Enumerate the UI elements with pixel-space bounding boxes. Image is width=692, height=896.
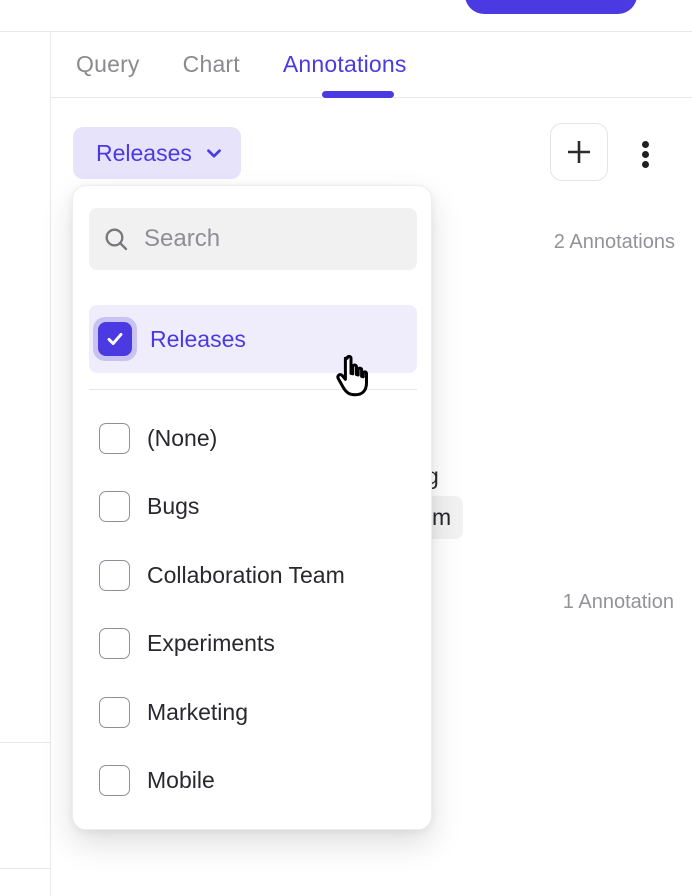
search-icon [103, 226, 130, 253]
annotation-count-top: 2 Annotations [554, 231, 675, 254]
tab-annotations[interactable]: Annotations [283, 51, 407, 78]
tab-bar: Query Chart Annotations [51, 32, 692, 98]
option-label: Collaboration Team [147, 562, 345, 589]
option-bugs[interactable]: Bugs [89, 473, 415, 542]
tab-query[interactable]: Query [76, 51, 140, 78]
option-label: Bugs [147, 493, 199, 520]
option-label: Marketing [147, 699, 248, 726]
search-input[interactable] [144, 225, 403, 253]
option-releases[interactable]: Releases [89, 305, 417, 373]
plus-icon [563, 136, 595, 168]
option-marketing[interactable]: Marketing [89, 678, 415, 747]
unchecked-checkbox[interactable] [99, 423, 130, 454]
unchecked-checkbox[interactable] [99, 628, 130, 659]
unchecked-checkbox[interactable] [99, 560, 130, 591]
left-rail-divider-2 [0, 868, 50, 869]
tab-chart[interactable]: Chart [183, 51, 240, 78]
dropdown-divider [89, 389, 417, 390]
option-label: Mobile [147, 767, 215, 794]
option-releases-label: Releases [150, 326, 246, 353]
option-mobile[interactable]: Mobile [89, 747, 415, 816]
sidebar-divider [50, 32, 51, 896]
annotations-panel: Query Chart Annotations Releases 2 Annot… [0, 0, 692, 896]
unchecked-checkbox[interactable] [99, 697, 130, 728]
releases-filter-label: Releases [96, 140, 192, 167]
dropdown-search [89, 208, 417, 270]
dropdown-option-list: (None) Bugs Collaboration Team Experimen… [89, 404, 415, 815]
annotation-category-dropdown: Releases (None) Bugs Collaboration Team … [72, 185, 432, 830]
option-none[interactable]: (None) [89, 404, 415, 473]
checked-checkbox[interactable] [98, 322, 132, 356]
checkbox-focus-halo [93, 317, 137, 361]
add-annotation-button[interactable] [550, 123, 608, 181]
active-tab-underline [322, 91, 394, 98]
option-collaboration-team[interactable]: Collaboration Team [89, 541, 415, 610]
chevron-down-icon [203, 142, 225, 164]
annotation-count-bottom: 1 Annotation [563, 591, 674, 614]
left-rail-divider-1 [0, 742, 50, 743]
unchecked-checkbox[interactable] [99, 765, 130, 796]
kebab-menu-icon[interactable] [638, 141, 652, 168]
option-label: Experiments [147, 630, 275, 657]
releases-filter-button[interactable]: Releases [73, 127, 241, 179]
checkmark-icon [104, 328, 126, 350]
option-experiments[interactable]: Experiments [89, 610, 415, 679]
primary-action-button[interactable] [465, 0, 637, 14]
option-label: (None) [147, 425, 217, 452]
unchecked-checkbox[interactable] [99, 491, 130, 522]
